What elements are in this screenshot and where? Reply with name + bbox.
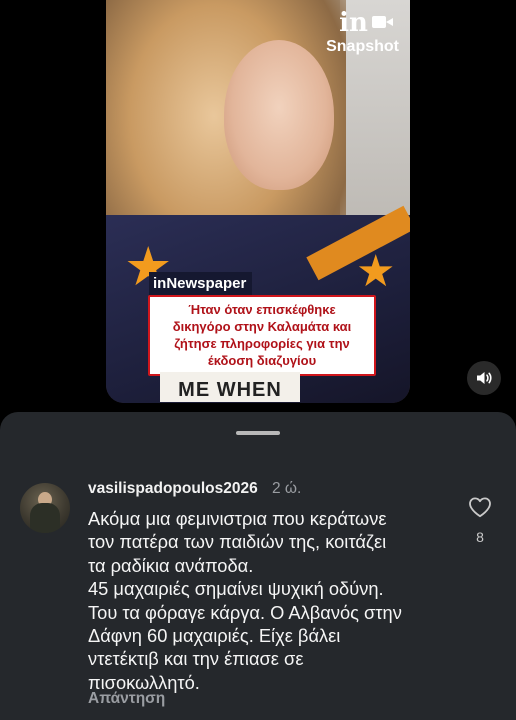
source-tag: inNewspaper [149,272,253,296]
comment-line: 45 μαχαιριές σημαίνει ψυχική οδύνη. [88,578,384,600]
heart-icon [469,497,491,518]
comment-line: Του τα φόραγε κάργα. Ο Αλβανός στην [88,601,402,623]
star-decoration: ★ [356,247,396,296]
video-person-face [224,40,334,190]
headline-line: έκδοση διαζυγίου [207,353,317,368]
mute-button[interactable] [467,361,501,395]
comment-timestamp: 2 ώ. [272,480,302,497]
speaker-icon [477,372,492,384]
comment-line: ντετέκτιβ και την έπιασε σε [88,648,304,670]
comment-line: τα ραδίκια ανάποδα. [88,554,254,576]
headline-line: δικηγόρο στην Καλαμάτα και [172,319,352,334]
reply-button[interactable]: Απάντηση [88,690,165,708]
sheet-drag-handle[interactable] [236,431,280,435]
avatar[interactable] [20,483,70,533]
video-headline: Ήταν όταν επισκέφθηκε δικηγόρο στην Καλα… [148,295,376,376]
like-count: 8 [476,529,484,545]
comments-sheet: vasilispadopoulos2026 2 ώ. Ακόμα μια φεμ… [0,412,516,720]
avatar-body [30,503,60,533]
comment-line: τον πατέρα των παιδιών της, κοιτάζει [88,531,387,553]
comment-username[interactable]: vasilispadopoulos2026 [88,480,258,498]
comment-line: Δάφνη 60 μαχαιριές. Είχε βάλει [88,625,341,647]
insnapshot-logo: in Snapshot [326,10,399,56]
comment-line: Ακόμα μια φεμινιστρια που κεράτωνε [88,508,387,529]
logo-subtitle: Snapshot [326,38,399,55]
headline-line: ζήτησε πληροφορίες για την [174,336,350,351]
headline-line: Ήταν όταν επισκέφθηκε [188,302,336,317]
video-caption-banner: ME WHEN [160,372,300,402]
like-button[interactable] [466,496,494,523]
video-camera-icon [371,16,393,28]
logo-mark: in [339,8,368,38]
comment-text: Ακόμα μια φεμινιστρια που κεράτωνε τον π… [88,507,448,694]
